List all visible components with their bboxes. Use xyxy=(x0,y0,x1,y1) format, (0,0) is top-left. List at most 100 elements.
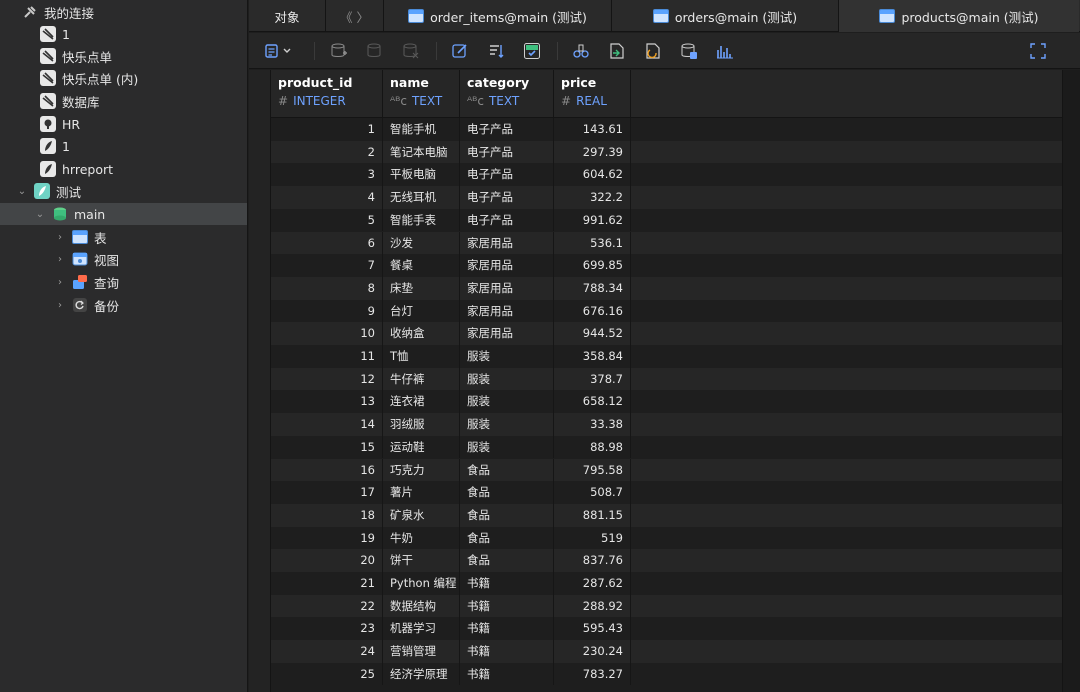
table-row[interactable]: 3 平板电脑 电子产品 604.62 xyxy=(271,163,1062,187)
data-generator-icon[interactable] xyxy=(571,41,591,61)
cell-category[interactable]: 家居用品 xyxy=(460,276,554,300)
sidebar-item-test[interactable]: ⌄ 测试 xyxy=(0,180,247,202)
cell-name[interactable]: 平板电脑 xyxy=(383,163,460,187)
cell-price[interactable]: 595.43 xyxy=(554,617,631,641)
cell-category[interactable]: 食品 xyxy=(460,549,554,572)
filter-icon[interactable] xyxy=(522,41,542,61)
table-row[interactable]: 17 薯片 食品 508.7 xyxy=(271,481,1062,504)
chevron-down-icon[interactable]: ⌄ xyxy=(34,208,46,220)
cell-product-id[interactable]: 9 xyxy=(271,299,383,323)
cell-price[interactable]: 676.16 xyxy=(554,299,631,323)
cell-price[interactable]: 143.61 xyxy=(554,118,631,141)
table-row[interactable]: 20 饼干 食品 837.76 xyxy=(271,549,1062,572)
cell-name[interactable]: 羽绒服 xyxy=(383,413,460,436)
table-row[interactable]: 2 笔记本电脑 电子产品 297.39 xyxy=(271,140,1062,164)
cell-product-id[interactable]: 18 xyxy=(271,503,383,527)
table-row[interactable]: 5 智能手表 电子产品 991.62 xyxy=(271,208,1062,232)
cell-price[interactable]: 519 xyxy=(554,526,631,550)
cell-price[interactable]: 699.85 xyxy=(554,254,631,277)
cell-product-id[interactable]: 25 xyxy=(271,662,383,686)
cell-product-id[interactable]: 1 xyxy=(271,118,383,141)
cell-product-id[interactable]: 4 xyxy=(271,186,383,209)
cell-category[interactable]: 书籍 xyxy=(460,617,554,641)
cell-price[interactable]: 604.62 xyxy=(554,163,631,187)
cell-product-id[interactable]: 10 xyxy=(271,322,383,345)
cell-product-id[interactable]: 7 xyxy=(271,254,383,277)
sidebar-item-queries[interactable]: › 查询 xyxy=(0,271,247,293)
sidebar-item-conn-1[interactable]: 1 xyxy=(0,23,247,45)
sidebar-item-views[interactable]: › 视图 xyxy=(0,248,247,270)
table-row[interactable]: 21 Python 编程 书籍 287.62 xyxy=(271,572,1062,595)
table-row[interactable]: 8 床垫 家居用品 788.34 xyxy=(271,276,1062,300)
cell-category[interactable]: 家居用品 xyxy=(460,322,554,345)
table-row[interactable]: 4 无线耳机 电子产品 322.2 xyxy=(271,186,1062,209)
cell-price[interactable]: 837.76 xyxy=(554,549,631,572)
tab-orders[interactable]: orders@main (测试) xyxy=(612,0,839,32)
cell-category[interactable]: 书籍 xyxy=(460,572,554,595)
cell-product-id[interactable]: 23 xyxy=(271,617,383,641)
cell-name[interactable]: 智能手表 xyxy=(383,208,460,232)
cell-name[interactable]: 数据结构 xyxy=(383,594,460,618)
cell-price[interactable]: 944.52 xyxy=(554,322,631,345)
cell-category[interactable]: 书籍 xyxy=(460,594,554,618)
cell-price[interactable]: 378.7 xyxy=(554,367,631,391)
sort-icon[interactable] xyxy=(486,41,506,61)
cell-product-id[interactable]: 19 xyxy=(271,526,383,550)
edit-icon[interactable] xyxy=(450,41,470,61)
cell-product-id[interactable]: 2 xyxy=(271,140,383,164)
cell-product-id[interactable]: 6 xyxy=(271,231,383,255)
cell-product-id[interactable]: 14 xyxy=(271,413,383,436)
table-row[interactable]: 23 机器学习 书籍 595.43 xyxy=(271,617,1062,641)
cell-product-id[interactable]: 11 xyxy=(271,345,383,368)
cell-name[interactable]: 机器学习 xyxy=(383,617,460,641)
cell-name[interactable]: 台灯 xyxy=(383,299,460,323)
cell-price[interactable]: 322.2 xyxy=(554,186,631,209)
cell-category[interactable]: 服装 xyxy=(460,413,554,436)
column-header-category[interactable]: category ᴬᴮc TEXT xyxy=(460,70,554,118)
table-row[interactable]: 9 台灯 家居用品 676.16 xyxy=(271,299,1062,323)
export-icon[interactable] xyxy=(643,41,663,61)
cell-price[interactable]: 33.38 xyxy=(554,413,631,436)
table-row[interactable]: 19 牛奶 食品 519 xyxy=(271,526,1062,550)
table-row[interactable]: 10 收纳盒 家居用品 944.52 xyxy=(271,322,1062,345)
column-header-product-id[interactable]: product_id # INTEGER xyxy=(271,70,383,118)
cell-product-id[interactable]: 16 xyxy=(271,458,383,482)
cell-category[interactable]: 食品 xyxy=(460,503,554,527)
cell-name[interactable]: 牛奶 xyxy=(383,526,460,550)
sidebar-item-kuaile-inner[interactable]: 快乐点单 (内) xyxy=(0,67,247,89)
cell-product-id[interactable]: 12 xyxy=(271,367,383,391)
cell-name[interactable]: 营销管理 xyxy=(383,640,460,663)
cell-product-id[interactable]: 20 xyxy=(271,549,383,572)
table-row[interactable]: 24 营销管理 书籍 230.24 xyxy=(271,640,1062,663)
tab-products[interactable]: products@main (测试) xyxy=(839,0,1079,32)
cell-category[interactable]: 电子产品 xyxy=(460,118,554,141)
cell-price[interactable]: 508.7 xyxy=(554,481,631,504)
table-info-icon[interactable] xyxy=(679,41,699,61)
cell-name[interactable]: 笔记本电脑 xyxy=(383,140,460,164)
table-row[interactable]: 15 运动鞋 服装 88.98 xyxy=(271,435,1062,459)
cell-price[interactable]: 88.98 xyxy=(554,435,631,459)
cell-category[interactable]: 服装 xyxy=(460,367,554,391)
cell-price[interactable]: 288.92 xyxy=(554,594,631,618)
cell-product-id[interactable]: 22 xyxy=(271,594,383,618)
cell-category[interactable]: 食品 xyxy=(460,481,554,504)
cell-price[interactable]: 536.1 xyxy=(554,231,631,255)
cell-price[interactable]: 230.24 xyxy=(554,640,631,663)
cell-category[interactable]: 服装 xyxy=(460,390,554,414)
cell-name[interactable]: 收纳盒 xyxy=(383,322,460,345)
add-record-icon[interactable] xyxy=(329,41,349,61)
cell-price[interactable]: 297.39 xyxy=(554,140,631,164)
sidebar-item-sqlite-1[interactable]: 1 xyxy=(0,135,247,157)
column-header-price[interactable]: price # REAL xyxy=(554,70,631,118)
cell-product-id[interactable]: 17 xyxy=(271,481,383,504)
cell-price[interactable]: 287.62 xyxy=(554,572,631,595)
cell-category[interactable]: 食品 xyxy=(460,458,554,482)
cell-name[interactable]: 饼干 xyxy=(383,549,460,572)
cell-category[interactable]: 书籍 xyxy=(460,640,554,663)
table-row[interactable]: 18 矿泉水 食品 881.15 xyxy=(271,503,1062,527)
cell-name[interactable]: 床垫 xyxy=(383,276,460,300)
sidebar-item-backup[interactable]: › 备份 xyxy=(0,294,247,316)
cell-price[interactable]: 795.58 xyxy=(554,458,631,482)
cell-product-id[interactable]: 8 xyxy=(271,276,383,300)
cell-product-id[interactable]: 5 xyxy=(271,208,383,232)
